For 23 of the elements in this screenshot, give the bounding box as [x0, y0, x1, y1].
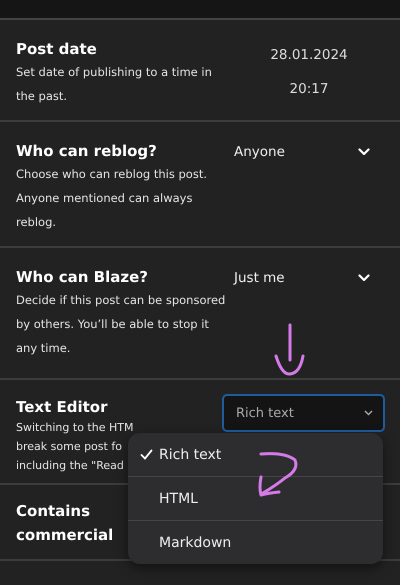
setting-description: Set date of publishing to a time in the past. [16, 64, 213, 105]
chevron-down-icon [358, 274, 370, 282]
setting-title: Who can reblog? [16, 141, 158, 162]
setting-description: Choose who can reblog this post. Anyone mentioned can always reblog. [16, 166, 208, 231]
setting-title: Post date [16, 39, 98, 60]
time-value[interactable]: 20:17 [290, 72, 328, 106]
date-value[interactable]: 28.01.2024 [270, 38, 348, 72]
chevron-down-icon [364, 410, 373, 416]
menu-item[interactable]: Rich text [128, 433, 383, 477]
setting-title: Contains commercial [16, 501, 114, 546]
editor-select[interactable]: Rich text [222, 394, 385, 432]
setting-description: break some post fo [16, 439, 122, 455]
select-dropdown[interactable]: Just me [226, 266, 384, 290]
select-dropdown[interactable]: Anyone [226, 140, 384, 164]
setting-description: including the "Read [16, 458, 124, 474]
menu-item[interactable]: Markdown [128, 521, 383, 564]
menu-item[interactable]: HTML [128, 477, 383, 521]
setting-description: Decide if this post can be sponsored by others. You’ll be able to stop it any time. [16, 292, 226, 357]
setting-description: Switching to the HTM [16, 420, 134, 436]
checkmark-icon [140, 448, 153, 460]
setting-title: Who can Blaze? [16, 267, 149, 288]
chevron-down-icon [358, 148, 370, 156]
setting-title: Text Editor [16, 397, 108, 418]
